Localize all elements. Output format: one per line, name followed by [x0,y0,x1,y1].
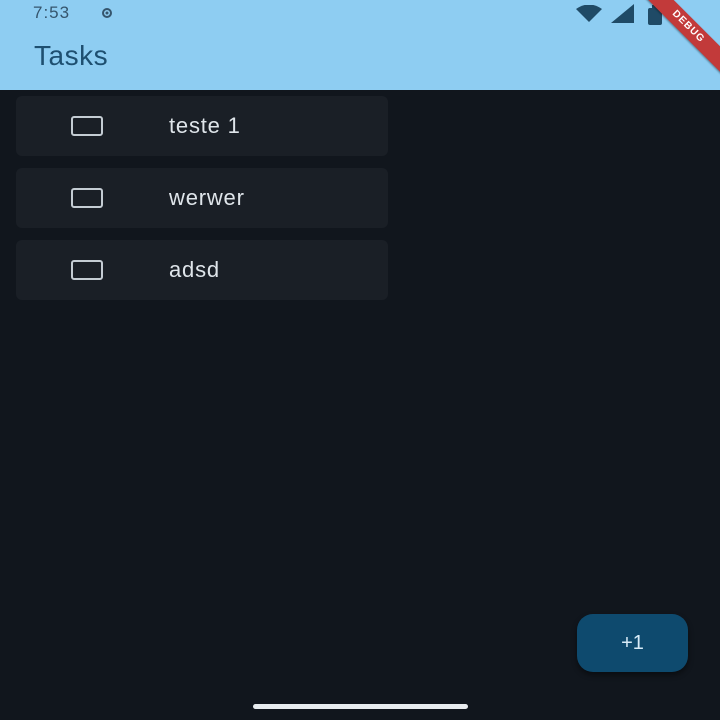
task-list-item[interactable]: werwer [16,168,388,228]
task-label: werwer [169,185,245,210]
wifi-icon [576,5,602,22]
task-list-item[interactable]: adsd [16,240,388,300]
notification-icon [102,8,112,18]
task-checkbox[interactable] [71,260,103,280]
signal-icon [611,4,634,23]
task-checkbox[interactable] [71,116,103,136]
add-task-button[interactable]: +1 [577,614,688,672]
page-title: Tasks [34,40,109,71]
status-bar: 7:53 [0,0,720,28]
home-indicator[interactable] [253,704,468,709]
app-bar: 7:53 DEBUG Tasks [0,0,720,90]
task-label: adsd [169,257,220,282]
status-time: 7:53 [33,3,71,22]
task-list-item[interactable]: teste 1 [16,96,388,156]
task-checkbox[interactable] [71,188,103,208]
task-label: teste 1 [169,113,241,138]
app-screen: 7:53 DEBUG Tasks teste 1 werwer adsd +1 [0,0,720,720]
